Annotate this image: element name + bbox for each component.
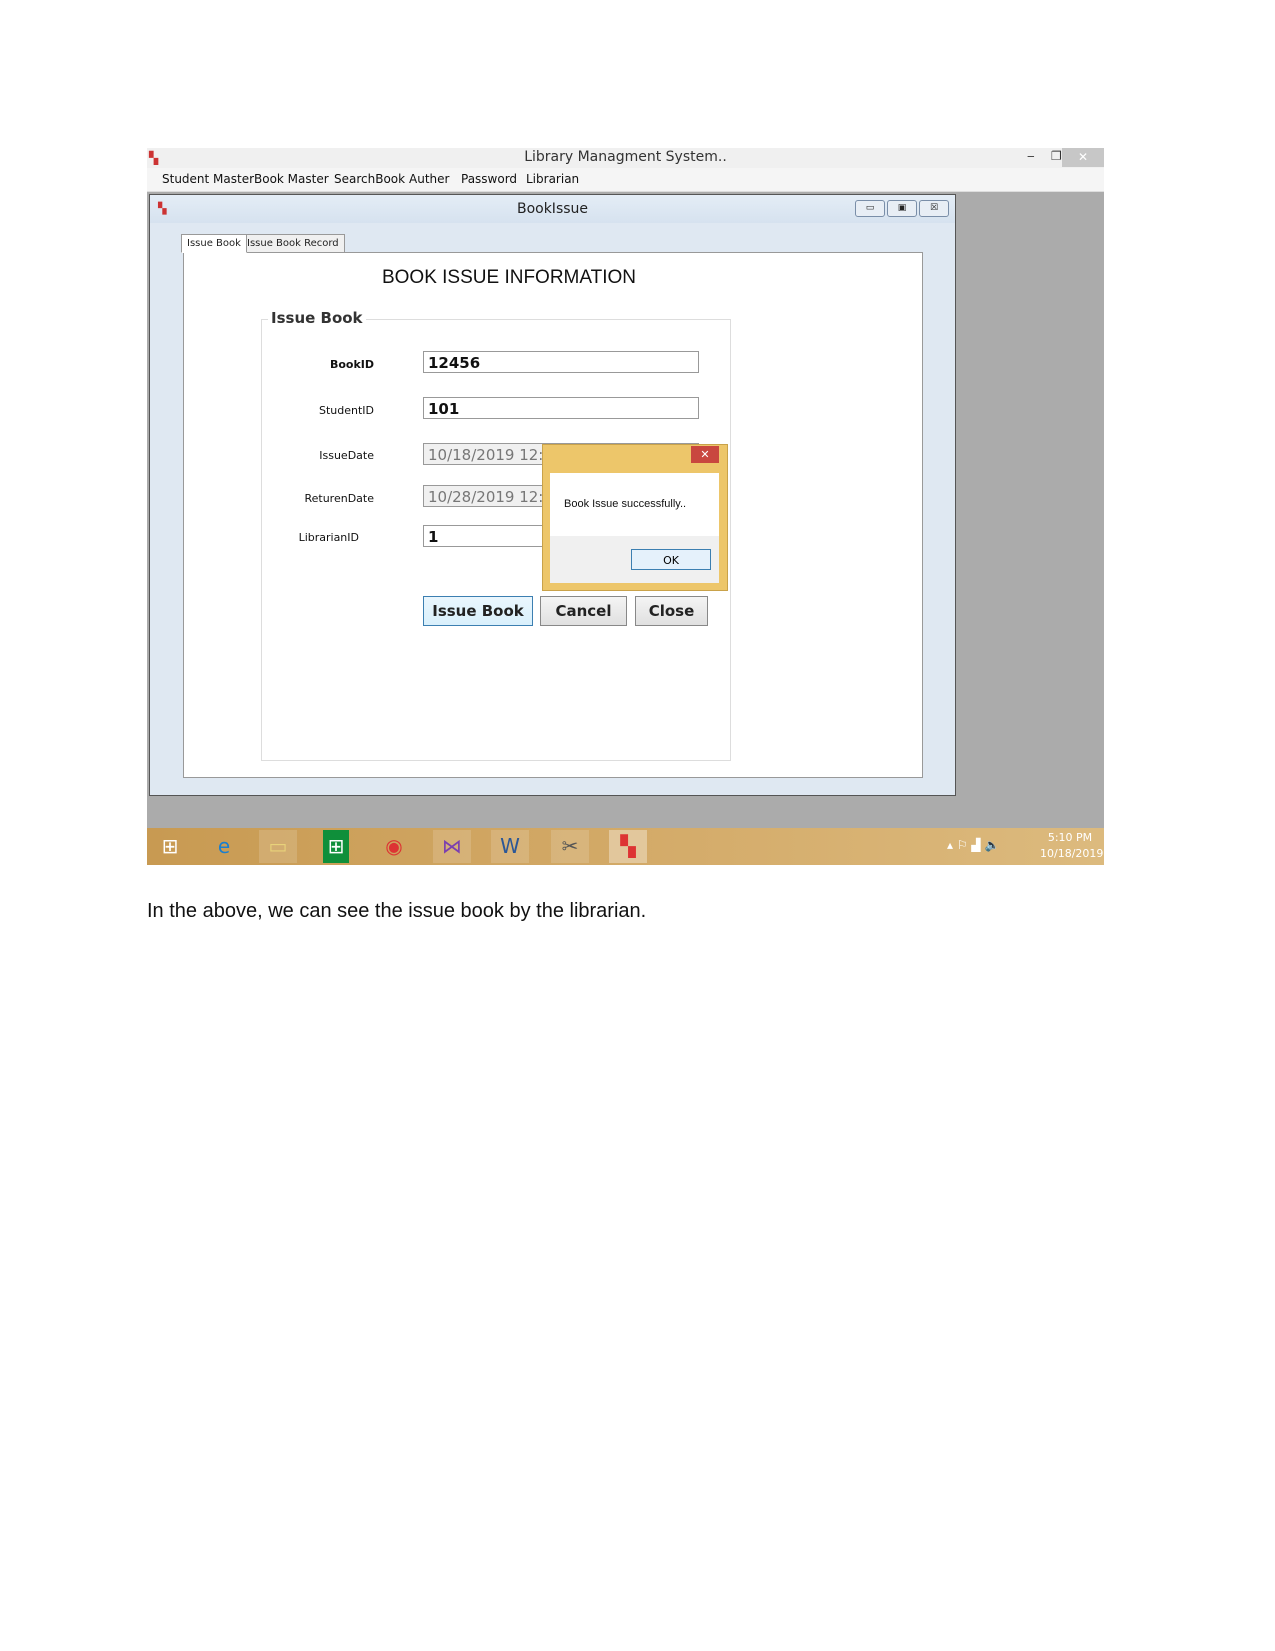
dialog-message: Book Issue successfully..: [564, 498, 687, 510]
tray-icons[interactable]: ▴ ⚐ ▟ 🔈: [947, 838, 999, 852]
studentid-label: StudentID: [318, 404, 374, 417]
windows-start-icon[interactable]: ⊞: [151, 830, 189, 863]
bookid-label: BookID: [329, 358, 374, 371]
tab-issue-book[interactable]: Issue Book: [181, 234, 247, 253]
caption-text: In the above, we can see the issue book …: [147, 900, 647, 922]
issue-book-button[interactable]: Issue Book: [423, 596, 533, 626]
internet-explorer-icon[interactable]: e: [205, 830, 243, 863]
tab-issue-book-record[interactable]: Issue Book Record: [241, 234, 345, 253]
tab-panel: BOOK ISSUE INFORMATION Issue Book BookID…: [183, 252, 923, 778]
bookissue-title-bar: ▚ BookIssue ▭ ▣ ☒: [150, 195, 955, 223]
menu-bar: Student Master Book Master SearchBook Au…: [147, 168, 1104, 192]
groupbox-legend: Issue Book: [268, 309, 366, 327]
store-icon[interactable]: ⊞: [323, 830, 349, 863]
file-explorer-icon[interactable]: ▭: [259, 830, 297, 863]
menu-student-master[interactable]: Student Master: [162, 172, 254, 186]
taskbar: ⊞ e ▭ ⊞ ◉ ⋈ W ✂ ▚ ▴ ⚐ ▟ 🔈 5:10 PM 10/18/…: [147, 828, 1104, 865]
bookissue-title: BookIssue: [516, 201, 589, 217]
bookissue-window: ▚ BookIssue ▭ ▣ ☒ Issue Book Issue Book …: [149, 194, 956, 796]
menu-auther[interactable]: Auther: [409, 172, 449, 186]
returndate-label: ReturenDate: [304, 492, 374, 505]
library-app-icon[interactable]: ▚: [609, 830, 647, 863]
clock-date[interactable]: 10/18/2019: [1040, 847, 1103, 860]
window-title: Library Managment System..: [524, 149, 727, 165]
clock-time[interactable]: 5:10 PM: [1042, 831, 1098, 844]
page-title: BOOK ISSUE INFORMATION: [381, 267, 637, 288]
issuedate-label: IssueDate: [319, 449, 374, 462]
bookid-input[interactable]: 12456: [423, 351, 699, 373]
word-icon[interactable]: W: [491, 830, 529, 863]
menu-book-master[interactable]: Book Master: [254, 172, 329, 186]
cancel-button[interactable]: Cancel: [540, 596, 627, 626]
dialog-close-button[interactable]: ✕: [691, 446, 719, 463]
message-dialog: ✕ Book Issue successfully.. OK: [542, 444, 728, 591]
child-restore-button[interactable]: ▣: [887, 200, 917, 217]
form-icon: ▚: [158, 202, 167, 215]
child-close-button[interactable]: ☒: [919, 200, 949, 217]
title-bar: ▚ Library Managment System.. ‒ ❐ ✕: [147, 148, 1104, 168]
close-button[interactable]: ✕: [1062, 148, 1104, 167]
main-window: ▚ Library Managment System.. ‒ ❐ ✕ Stude…: [147, 148, 1104, 865]
chrome-icon[interactable]: ◉: [375, 830, 413, 863]
studentid-input[interactable]: 101: [423, 397, 699, 419]
tools-icon[interactable]: ✂: [551, 830, 589, 863]
visual-studio-icon[interactable]: ⋈: [433, 830, 471, 863]
ok-button[interactable]: OK: [631, 549, 711, 570]
child-minimize-button[interactable]: ▭: [855, 200, 885, 217]
close-form-button[interactable]: Close: [635, 596, 708, 626]
menu-password[interactable]: Password: [461, 172, 517, 186]
minimize-button[interactable]: ‒: [1027, 149, 1035, 163]
dialog-body: Book Issue successfully.. OK: [550, 473, 719, 583]
librarianid-label: LibrarianID: [298, 531, 359, 544]
dialog-message-area: Book Issue successfully..: [550, 473, 719, 536]
restore-button[interactable]: ❐: [1051, 149, 1062, 163]
menu-librarian[interactable]: Librarian: [526, 172, 579, 186]
menu-searchbook[interactable]: SearchBook: [334, 172, 405, 186]
